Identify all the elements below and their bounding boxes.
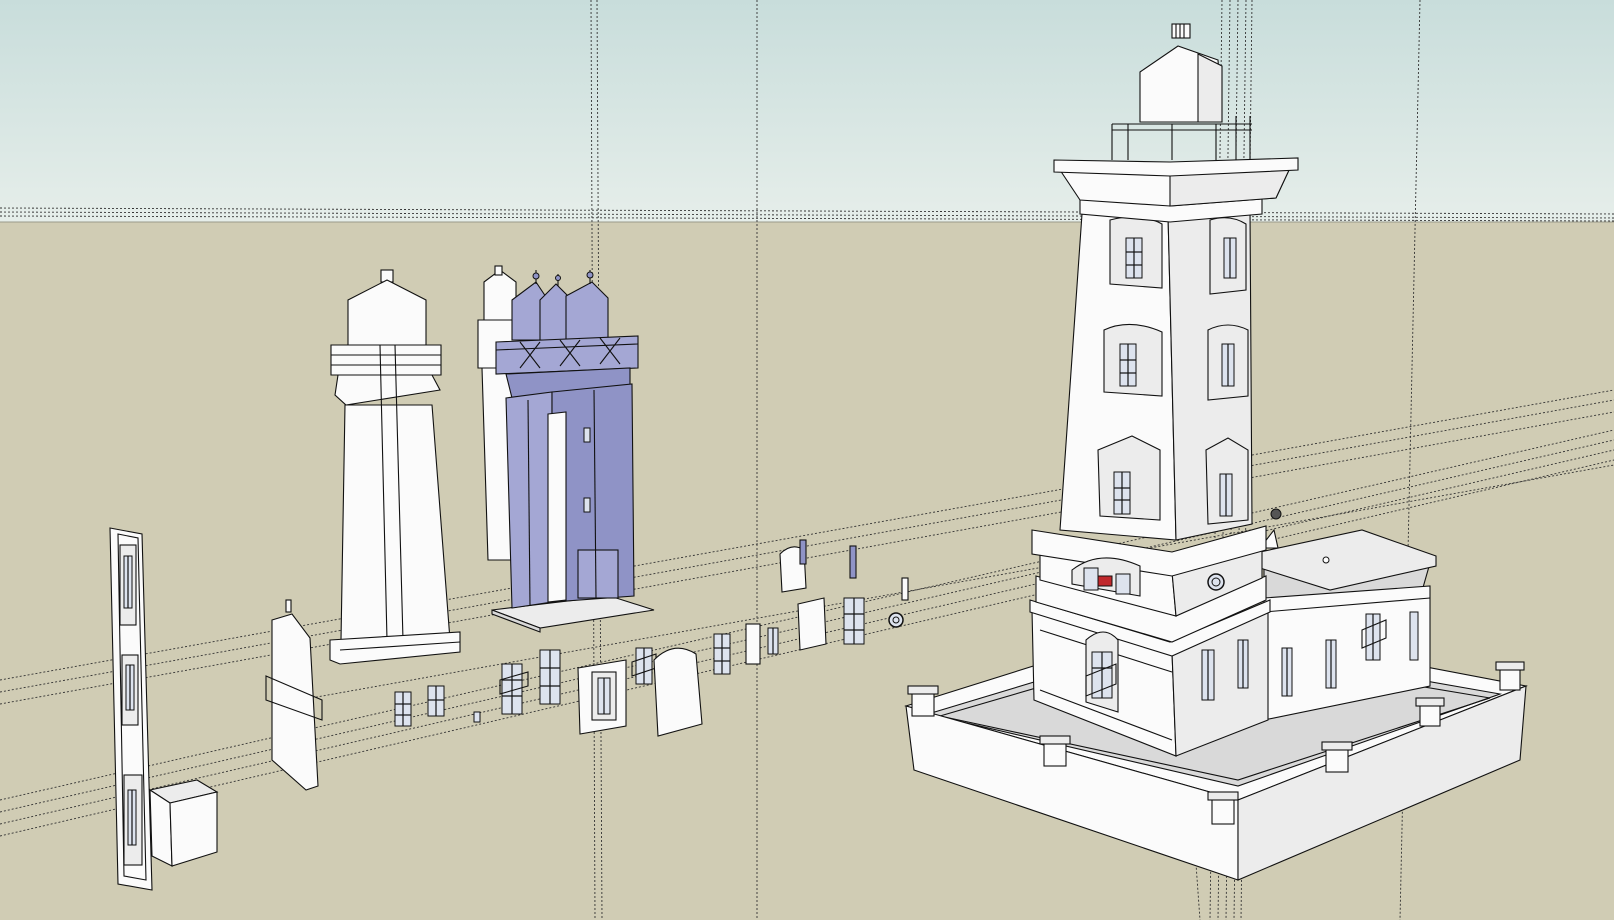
window-component[interactable] <box>631 647 657 685</box>
red-object[interactable] <box>1097 575 1113 587</box>
annex-window[interactable] <box>1409 611 1419 661</box>
tower-window[interactable] <box>1205 437 1249 525</box>
door-panel[interactable] <box>745 623 761 665</box>
window-component[interactable] <box>767 627 779 655</box>
window-component[interactable] <box>473 711 481 723</box>
tower-window[interactable] <box>1109 216 1163 289</box>
base-pedestal[interactable] <box>1321 741 1353 773</box>
window-component[interactable] <box>843 597 865 645</box>
window-door-frame[interactable] <box>577 659 627 735</box>
window-component[interactable] <box>713 633 731 675</box>
base-pedestal[interactable] <box>1415 697 1445 727</box>
shutter-component[interactable] <box>799 539 807 565</box>
base-pedestal[interactable] <box>1207 791 1239 825</box>
tower-window[interactable] <box>1097 435 1161 521</box>
window-component[interactable] <box>539 649 561 705</box>
annex-window[interactable] <box>1325 639 1337 689</box>
base-pedestal[interactable] <box>1495 661 1525 691</box>
main-block-window[interactable] <box>1237 639 1249 689</box>
door-panel[interactable] <box>797 597 827 651</box>
annex-window[interactable] <box>1281 647 1293 697</box>
tower-window[interactable] <box>1103 323 1163 397</box>
base-pedestal[interactable] <box>1039 735 1071 767</box>
round-window[interactable] <box>1207 573 1225 591</box>
window-component[interactable] <box>427 685 445 717</box>
scene-canvas[interactable] <box>0 0 1614 920</box>
modeling-viewport[interactable] <box>0 0 1614 920</box>
window-component[interactable] <box>394 691 412 727</box>
sky <box>0 0 1614 222</box>
main-block-window[interactable] <box>1201 649 1215 701</box>
shutter-component[interactable] <box>849 545 857 579</box>
base-pedestal[interactable] <box>907 685 939 717</box>
small-panel[interactable] <box>901 577 909 601</box>
small-annex-block[interactable] <box>148 779 219 867</box>
arched-panel[interactable] <box>653 647 703 737</box>
tower-window[interactable] <box>1207 324 1249 401</box>
tower-window[interactable] <box>1209 217 1247 295</box>
round-window-component[interactable] <box>888 612 904 628</box>
lantern-vent[interactable] <box>1171 23 1191 39</box>
main-block-window[interactable] <box>1085 631 1119 713</box>
